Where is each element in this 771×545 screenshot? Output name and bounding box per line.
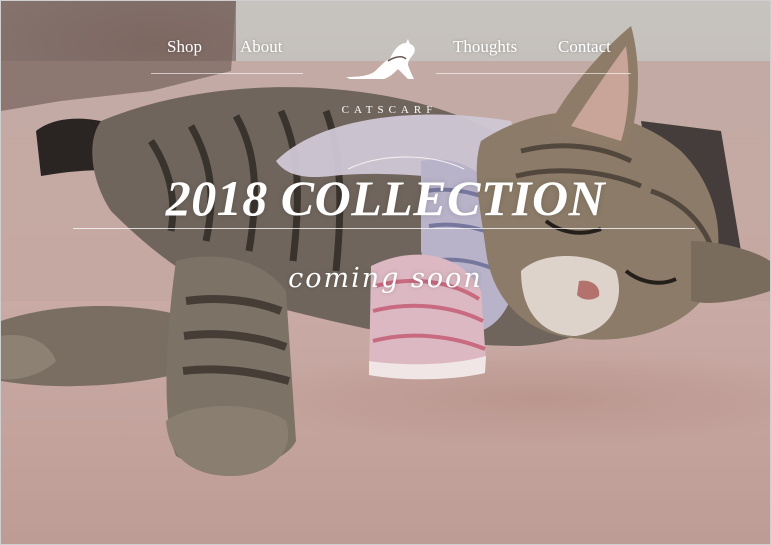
decorative-arc — [347, 156, 465, 170]
nav-link-contact[interactable]: Contact — [558, 37, 611, 57]
page-frame: Shop About Thoughts Contact CATSCARF 201… — [0, 0, 771, 545]
headline-divider — [73, 228, 695, 229]
nav-divider-right — [436, 73, 631, 74]
nav-divider-left — [151, 73, 303, 74]
coming-soon-subtitle: coming soon — [288, 263, 483, 294]
brand-name: CATSCARF — [341, 104, 438, 116]
collection-title: 2018 COLLECTION — [165, 170, 606, 226]
nav-link-about[interactable]: About — [240, 37, 283, 57]
nav-link-shop[interactable]: Shop — [167, 37, 202, 57]
nav-link-thoughts[interactable]: Thoughts — [453, 37, 517, 57]
cat-silhouette-icon[interactable] — [344, 39, 420, 83]
